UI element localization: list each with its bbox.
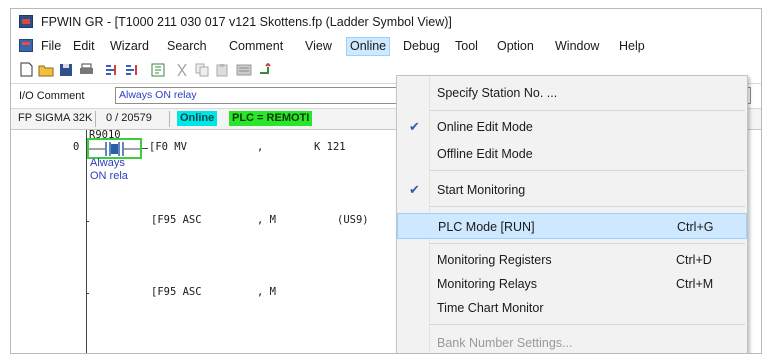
rung-1-separator: , M	[257, 214, 276, 226]
print-icon[interactable]	[77, 61, 95, 78]
paste-icon[interactable]	[213, 61, 231, 78]
selected-contact[interactable]	[87, 138, 142, 159]
shortcut-label: Ctrl+D	[676, 253, 712, 267]
menu-online[interactable]: Online	[346, 37, 391, 56]
window-title: FPWIN GR - [T1000 211 030 017 v121 Skott…	[41, 15, 452, 29]
register-icon[interactable]	[235, 61, 253, 78]
io-comment-label: I/O Comment	[19, 90, 85, 102]
menu-item-specify-station[interactable]: Specify Station No. ...	[397, 80, 747, 106]
menu-window[interactable]: Window	[552, 38, 602, 55]
cut-icon[interactable]	[173, 61, 191, 78]
open-folder-icon[interactable]	[37, 61, 55, 78]
menu-comment[interactable]: Comment	[226, 38, 286, 55]
menu-item-start-monitoring[interactable]: ✔ Start Monitoring	[397, 177, 747, 203]
menu-item-bank-number-settings[interactable]: Bank Number Settings...	[397, 330, 747, 353]
rung-1-instruction: [F95 ASC	[151, 214, 202, 226]
rung-2-separator: , M	[257, 286, 276, 298]
plc-type: FP SIGMA 32K	[18, 112, 93, 124]
cross-ref-alt-icon[interactable]	[123, 61, 141, 78]
online-menu-dropdown: Specify Station No. ... ✔ Online Edit Mo…	[396, 75, 748, 353]
new-file-icon[interactable]	[17, 61, 35, 78]
menu-item-online-edit-mode[interactable]: ✔ Online Edit Mode	[397, 114, 747, 140]
checkmark-icon: ✔	[409, 182, 420, 197]
rung-1-operand: (US9)	[337, 214, 369, 226]
menu-bar: File Edit Wizard Search Comment View Onl…	[11, 35, 761, 57]
left-power-rail	[86, 130, 87, 353]
cross-ref-icon[interactable]	[103, 61, 121, 78]
rung-0-separator: ,	[257, 141, 264, 153]
shortcut-label: Ctrl+G	[677, 220, 714, 234]
save-icon[interactable]	[57, 61, 75, 78]
transfer-icon[interactable]	[257, 61, 275, 78]
menu-search[interactable]: Search	[164, 38, 210, 55]
plc-mode-badge: PLC = REMOTI	[229, 111, 313, 126]
online-badge: Online	[177, 111, 218, 126]
rung-0-instruction: [F0 MV	[149, 141, 187, 153]
step-counter: 0 / 20579	[106, 112, 152, 124]
menu-item-time-chart-monitor[interactable]: Time Chart Monitor	[397, 295, 747, 321]
menu-debug[interactable]: Debug	[400, 38, 443, 55]
main-window: FPWIN GR - [T1000 211 030 017 v121 Skott…	[10, 8, 762, 354]
row-number: 0	[73, 141, 80, 153]
menu-wizard[interactable]: Wizard	[107, 38, 152, 55]
monitor-icon[interactable]	[149, 61, 167, 78]
checkmark-icon: ✔	[409, 119, 420, 134]
menu-view[interactable]: View	[302, 38, 335, 55]
shortcut-label: Ctrl+M	[676, 277, 714, 291]
menu-item-monitoring-relays[interactable]: Monitoring Relays Ctrl+M	[397, 271, 747, 297]
menu-file[interactable]: File	[38, 38, 64, 55]
rung-0-operand: K 121	[314, 141, 346, 153]
app-icon	[19, 15, 33, 28]
rung-2-instruction: [F95 ASC	[151, 286, 202, 298]
menu-item-monitoring-registers[interactable]: Monitoring Registers Ctrl+D	[397, 247, 747, 273]
menu-edit[interactable]: Edit	[70, 38, 98, 55]
contact-comment: Always ON rela	[90, 157, 128, 182]
menu-option[interactable]: Option	[494, 38, 537, 55]
title-bar: FPWIN GR - [T1000 211 030 017 v121 Skott…	[11, 9, 761, 35]
copy-icon[interactable]	[193, 61, 211, 78]
menu-tool[interactable]: Tool	[452, 38, 481, 55]
menu-item-offline-edit-mode[interactable]: Offline Edit Mode	[397, 141, 747, 167]
document-icon[interactable]	[19, 39, 33, 52]
menu-help[interactable]: Help	[616, 38, 648, 55]
menu-item-plc-mode-run[interactable]: PLC Mode [RUN] Ctrl+G	[397, 213, 747, 239]
